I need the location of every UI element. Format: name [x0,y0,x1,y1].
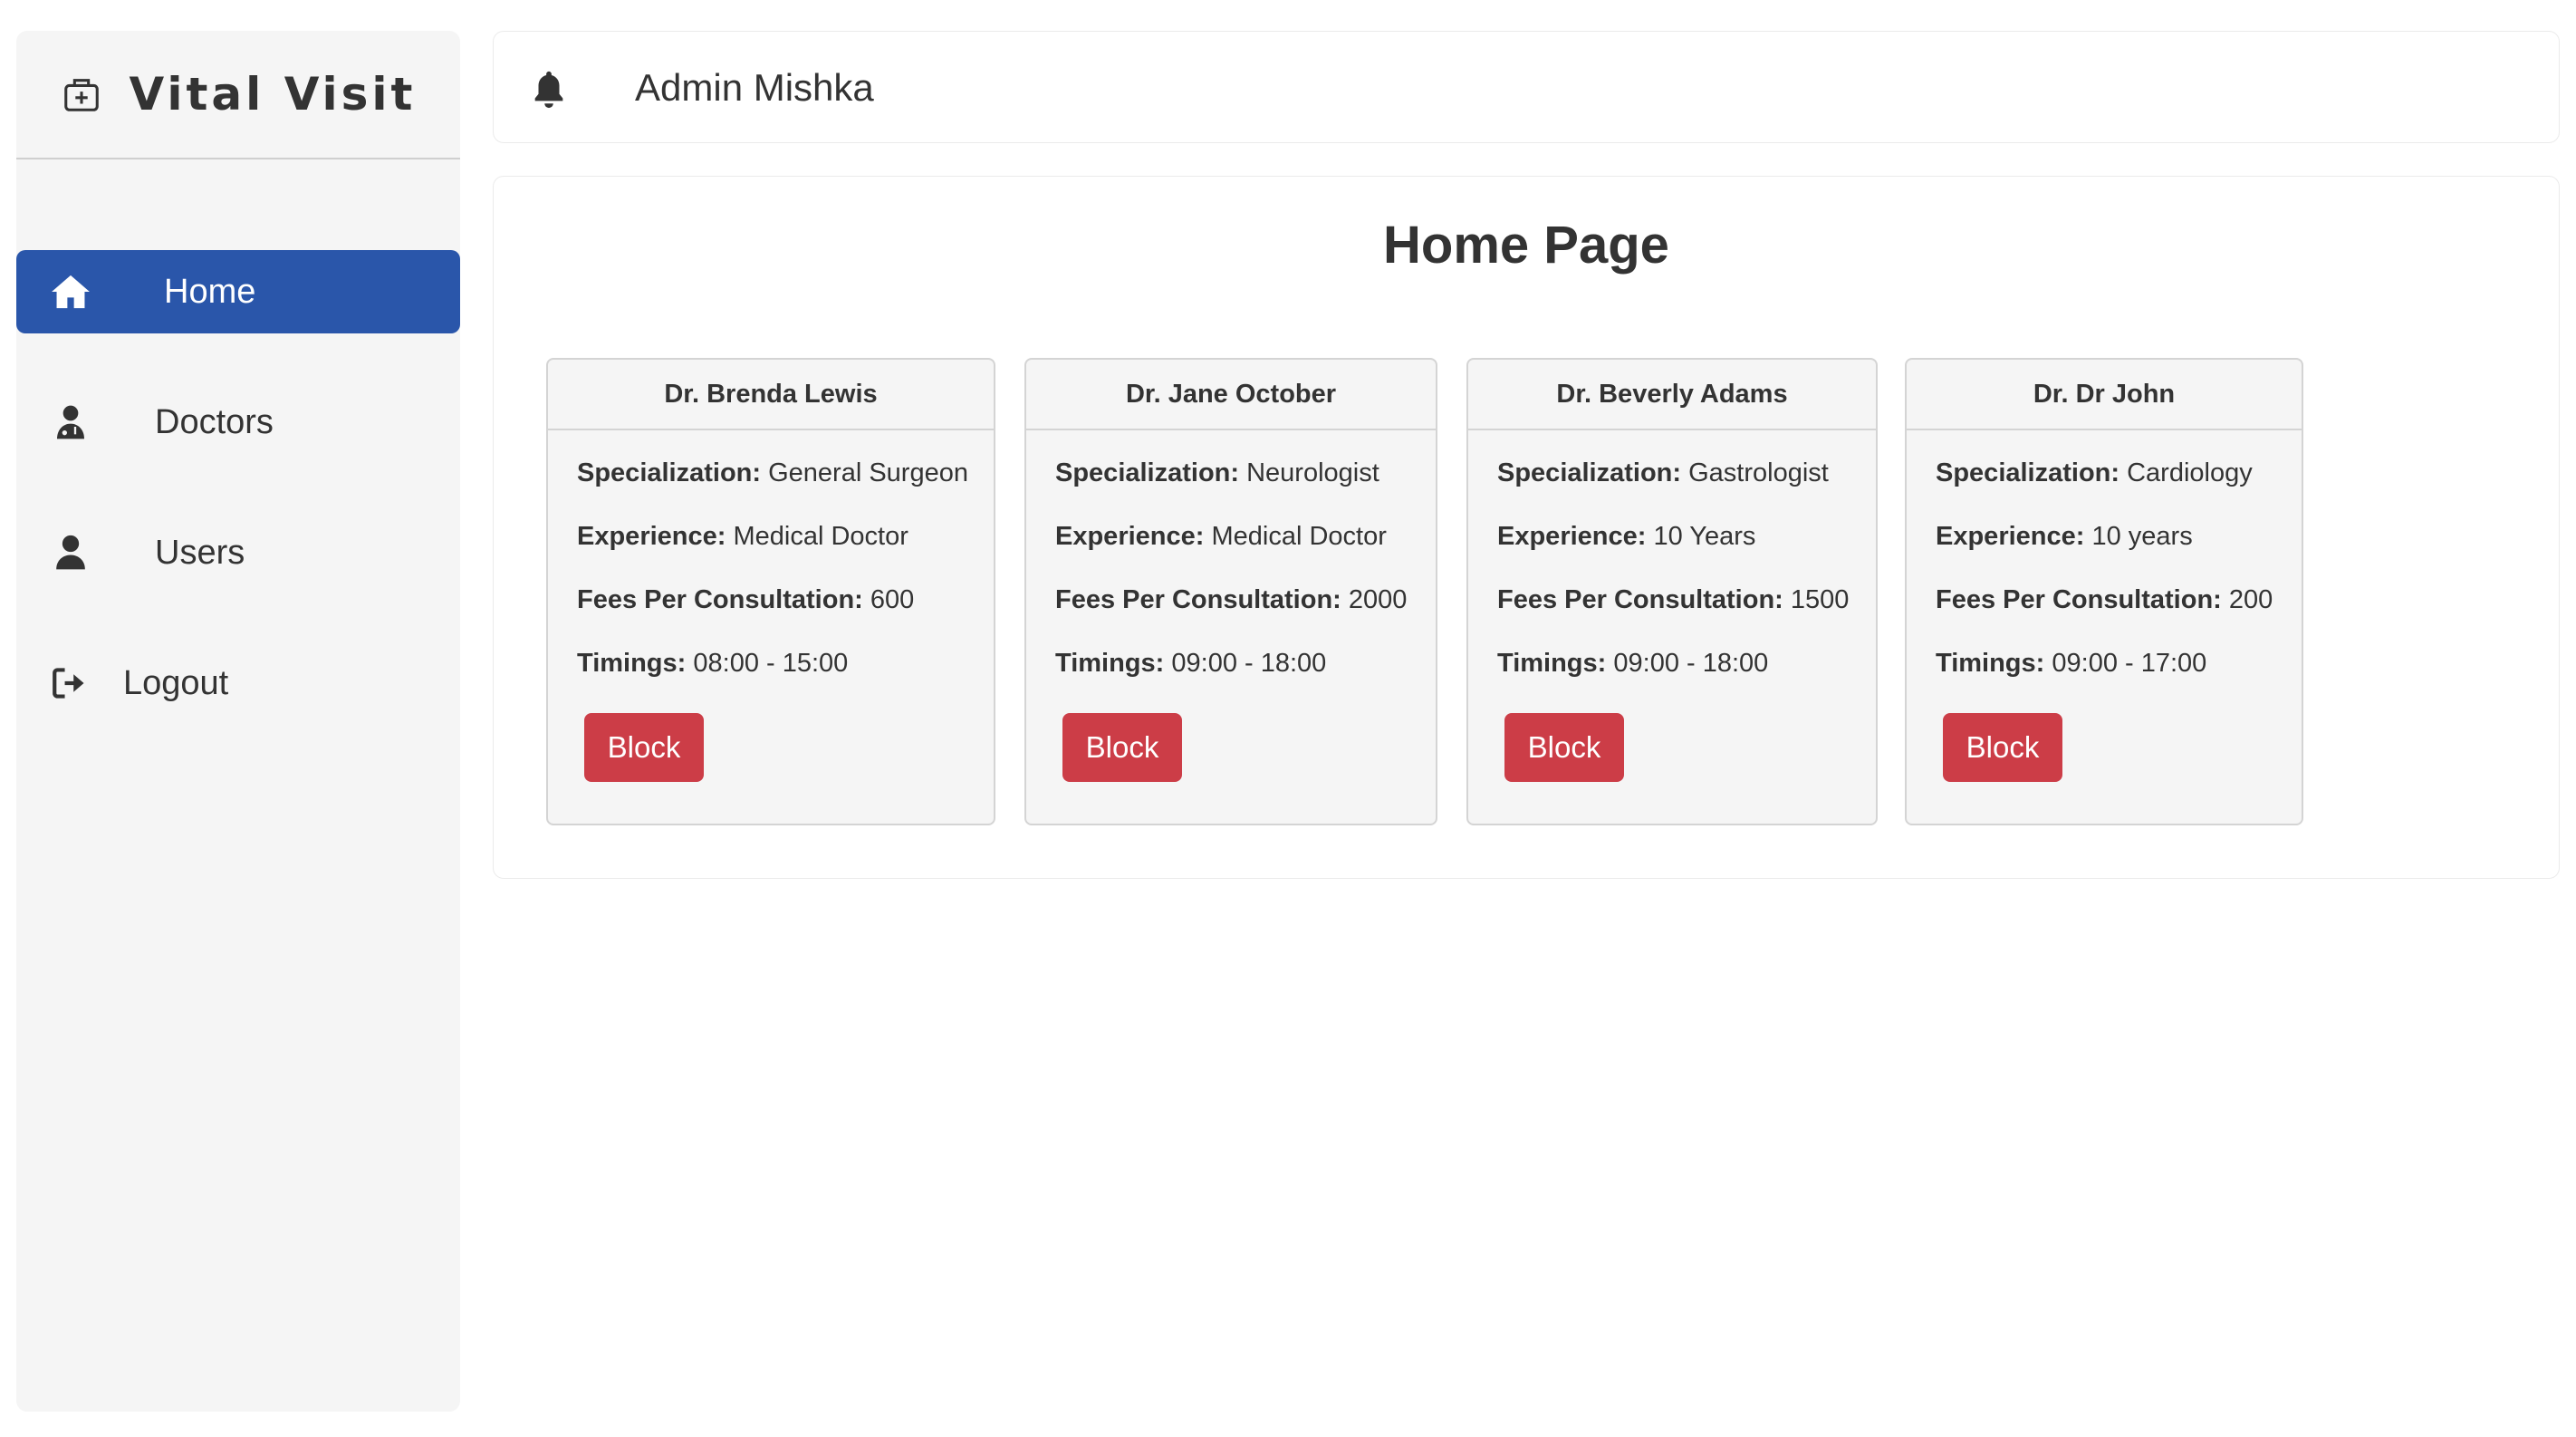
hospital-bag-icon [63,79,99,111]
fees-row: Fees Per Consultation: 200 [1936,584,2302,648]
timings-label: Timings: [1497,649,1607,678]
timings-row: Timings: 09:00 - 18:00 [1497,648,1876,711]
timings-value: 09:00 - 18:00 [1171,649,1327,678]
timings-label: Timings: [577,649,687,678]
logout-icon [51,663,91,703]
experience-label: Experience: [1936,522,2085,551]
sidebar: Vital Visit Home Doctors Users Logout [16,31,460,1412]
block-button[interactable]: Block [584,713,704,782]
fees-value: 200 [2228,585,2273,614]
experience-value: Medical Doctor [1211,522,1387,551]
specialization-row: Specialization: Neurologist [1055,458,1436,521]
doctor-name: Dr. Beverly Adams [1468,360,1876,430]
timings-row: Timings: 08:00 - 15:00 [577,648,994,711]
sidebar-item-label: Users [155,533,245,572]
fees-value: 600 [870,585,915,614]
specialization-value: Gastrologist [1688,458,1829,487]
experience-row: Experience: Medical Doctor [1055,521,1436,584]
specialization-row: Specialization: General Surgeon [577,458,994,521]
specialization-row: Specialization: Gastrologist [1497,458,1876,521]
main-content: Home Page Dr. Brenda Lewis Specializatio… [493,176,2560,879]
block-button[interactable]: Block [1504,713,1624,782]
timings-value: 09:00 - 17:00 [2052,649,2207,678]
user-icon [51,533,91,573]
doctor-card: Dr. Beverly Adams Specialization: Gastro… [1466,358,1878,825]
sidebar-item-home[interactable]: Home [16,250,460,333]
experience-row: Experience: 10 Years [1497,521,1876,584]
fees-label: Fees Per Consultation: [1497,585,1783,614]
doctor-name: Dr. Dr John [1907,360,2302,430]
experience-label: Experience: [577,522,726,551]
specialization-value: Neurologist [1246,458,1379,487]
block-button[interactable]: Block [1062,713,1182,782]
brand-name: Vital Visit [129,68,417,121]
timings-value: 09:00 - 18:00 [1613,649,1769,678]
experience-value: 10 Years [1653,522,1756,551]
experience-value: 10 years [2091,522,2193,551]
bell-icon[interactable] [528,68,570,110]
doctor-card: Dr. Jane October Specialization: Neurolo… [1024,358,1437,825]
fees-label: Fees Per Consultation: [1055,585,1341,614]
specialization-label: Specialization: [1936,458,2120,487]
experience-value: Medical Doctor [733,522,908,551]
doctor-card: Dr. Dr John Specialization: Cardiology E… [1905,358,2303,825]
sidebar-nav: Home Doctors Users Logout [16,250,460,725]
fees-row: Fees Per Consultation: 1500 [1497,584,1876,648]
sidebar-item-label: Doctors [155,402,274,441]
specialization-label: Specialization: [1055,458,1240,487]
specialization-value: Cardiology [2127,458,2253,487]
fees-row: Fees Per Consultation: 600 [577,584,994,648]
experience-label: Experience: [1497,522,1647,551]
timings-row: Timings: 09:00 - 18:00 [1055,648,1436,711]
doctor-card: Dr. Brenda Lewis Specialization: General… [546,358,995,825]
specialization-value: General Surgeon [768,458,968,487]
sidebar-item-doctors[interactable]: Doctors [16,381,460,464]
specialization-label: Specialization: [1497,458,1682,487]
sidebar-item-users[interactable]: Users [16,511,460,594]
timings-label: Timings: [1055,649,1165,678]
fees-label: Fees Per Consultation: [1936,585,2222,614]
sidebar-item-label: Home [164,272,256,311]
doctor-icon [51,402,91,442]
doctor-name: Dr. Brenda Lewis [548,360,994,430]
timings-row: Timings: 09:00 - 17:00 [1936,648,2302,711]
fees-label: Fees Per Consultation: [577,585,863,614]
experience-row: Experience: 10 years [1936,521,2302,584]
specialization-label: Specialization: [577,458,762,487]
timings-label: Timings: [1936,649,2045,678]
doctor-name: Dr. Jane October [1026,360,1436,430]
fees-row: Fees Per Consultation: 2000 [1055,584,1436,648]
top-bar: Admin Mishka [493,31,2560,143]
home-icon [51,272,91,312]
experience-label: Experience: [1055,522,1205,551]
fees-value: 1500 [1790,585,1850,614]
specialization-row: Specialization: Cardiology [1936,458,2302,521]
sidebar-item-label: Logout [123,663,229,702]
timings-value: 08:00 - 15:00 [693,649,849,678]
experience-row: Experience: Medical Doctor [577,521,994,584]
sidebar-item-logout[interactable]: Logout [16,641,460,725]
admin-name: Admin Mishka [635,66,874,109]
block-button[interactable]: Block [1943,713,2062,782]
brand[interactable]: Vital Visit [16,31,460,159]
page-title: Home Page [1383,216,1669,275]
fees-value: 2000 [1348,585,1408,614]
